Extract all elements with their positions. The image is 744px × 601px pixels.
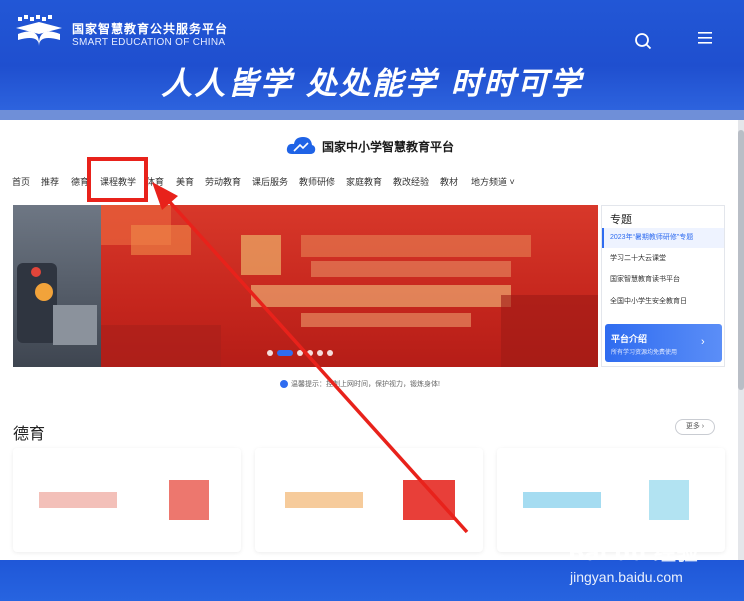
search-icon[interactable]	[634, 32, 652, 50]
banner-divider	[0, 110, 744, 120]
carousel-dot[interactable]	[317, 350, 323, 356]
intro-title: 平台介绍	[611, 334, 648, 344]
banner-main-image	[101, 205, 598, 367]
topic-item[interactable]: 国家智慧教育读书平台	[602, 270, 724, 290]
notice-text: 温馨提示：控制上网时间，保护视力，锻炼身体!	[291, 381, 440, 388]
carousel-dot[interactable]	[297, 350, 303, 356]
carousel-dot[interactable]	[267, 350, 273, 356]
banner-carousel[interactable]	[13, 205, 598, 367]
content-card[interactable]	[255, 448, 483, 552]
topics-panel: 专题 2023年“暑期教师研修”专题 学习二十大云课堂 国家智慧教育读书平台 全…	[601, 205, 725, 367]
nav-item-recommend[interactable]: 推荐	[41, 175, 71, 189]
hamburger-menu-icon[interactable]	[698, 32, 712, 44]
nav-item-reform[interactable]: 教改经验	[393, 175, 440, 189]
top-banner: 国家智慧教育公共服务平台 SMART EDUCATION OF CHINA 人人…	[0, 0, 744, 110]
topics-title: 专题	[610, 214, 632, 226]
carousel-dot-active[interactable]	[277, 350, 293, 356]
scrollbar-thumb[interactable]	[738, 130, 744, 390]
carousel-dots	[267, 350, 333, 356]
book-logo-icon	[16, 15, 62, 46]
site-logo[interactable]	[14, 14, 64, 48]
nav-item-local-channel[interactable]: 地方频道 ˅	[471, 175, 521, 189]
cloud-logo-icon	[286, 137, 316, 154]
platform-intro-card[interactable]: 平台介绍 所有学习资源均免费使用 ›	[605, 324, 722, 362]
watermark-logo: Bai du 经验	[568, 541, 698, 566]
content-card[interactable]	[13, 448, 241, 552]
highlight-box	[87, 157, 148, 202]
platform-logo[interactable]: 国家中小学智慧教育平台	[286, 134, 454, 158]
platform-title: 国家中小学智慧教育平台	[322, 139, 455, 154]
nav-item-sports[interactable]: 体育	[146, 175, 176, 189]
nav-item-labor[interactable]: 劳动教育	[205, 175, 252, 189]
baidu-watermark: Bai du 经验 jingyan.baidu.com	[560, 533, 740, 593]
more-button[interactable]: 更多 ›	[675, 419, 715, 435]
notice: 温馨提示：控制上网时间，保护视力，锻炼身体!	[280, 379, 440, 389]
nav-item-family[interactable]: 家庭教育	[346, 175, 393, 189]
banner-side-image	[13, 205, 101, 367]
carousel-dot[interactable]	[327, 350, 333, 356]
watermark-url: jingyan.baidu.com	[570, 569, 683, 585]
carousel-dot[interactable]	[307, 350, 313, 356]
topic-item[interactable]: 全国中小学生安全教育日	[602, 292, 724, 312]
nav-item-textbook[interactable]: 教材	[440, 175, 471, 189]
nav-item-after-school[interactable]: 课后服务	[252, 175, 299, 189]
nav-item-home[interactable]: 首页	[12, 175, 41, 189]
topic-item[interactable]: 2023年“暑期教师研修”专题	[602, 228, 724, 248]
logo-title-en: SMART EDUCATION OF CHINA	[72, 37, 226, 48]
slogan: 人人皆学 处处能学 时时可学	[161, 66, 583, 102]
page: 国家智慧教育公共服务平台 SMART EDUCATION OF CHINA 人人…	[0, 0, 744, 601]
topic-item[interactable]: 学习二十大云课堂	[602, 249, 724, 269]
chevron-right-icon: ›	[701, 336, 705, 348]
section-title: 德育	[13, 424, 46, 443]
intro-subtitle: 所有学习资源均免费使用	[611, 350, 678, 356]
info-icon	[280, 380, 288, 388]
logo-title-cn: 国家智慧教育公共服务平台	[72, 22, 229, 36]
nav-item-arts[interactable]: 美育	[176, 175, 205, 189]
nav-item-teacher-training[interactable]: 教师研修	[299, 175, 346, 189]
